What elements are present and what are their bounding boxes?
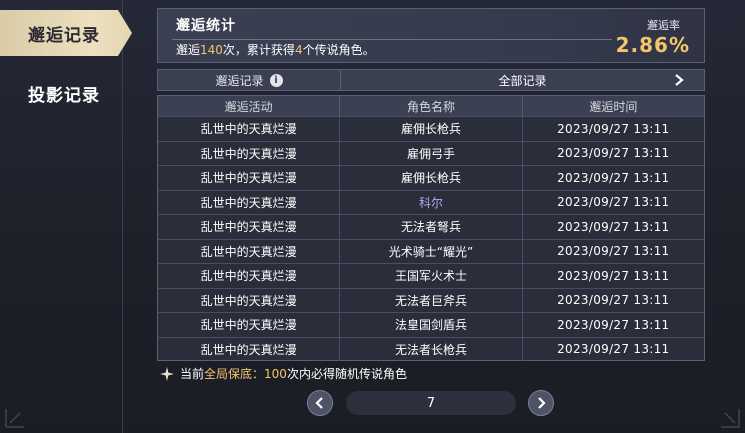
sparkle-icon <box>160 366 174 381</box>
row-event: 乱世中的天真烂漫 <box>158 166 341 190</box>
chevron-left-icon <box>315 397 323 409</box>
row-event: 乱世中的天真烂漫 <box>158 190 341 214</box>
row-event: 乱世中的天真烂漫 <box>158 141 341 165</box>
row-time: 2023/09/27 13:11 <box>557 317 670 332</box>
encounter-count: 140 <box>200 43 223 57</box>
filter-label: 邂逅记录 <box>215 73 264 88</box>
row-event: 乱世中的天真烂漫 <box>158 337 341 361</box>
table-row: 乱世中的天真烂漫 王国军火术士 2023/09/27 13:11 <box>158 263 704 288</box>
row-time: 2023/09/27 13:11 <box>557 293 670 308</box>
table-row: 乱世中的天真烂漫 无法者弩兵 2023/09/27 13:11 <box>158 214 704 239</box>
stats-description: 邂逅140次，累计获得4个传说角色。 <box>176 41 375 58</box>
pity-guarantee: 当前全局保底：100次内必得随机传说角色 <box>160 365 407 382</box>
row-time: 2023/09/27 13:11 <box>557 195 670 210</box>
header-character: 角色名称 <box>340 96 523 116</box>
row-event: 乱世中的天真烂漫 <box>158 239 341 263</box>
guarantee-suffix: 次内必得随机传说角色 <box>286 367 407 381</box>
row-event: 乱世中的天真烂漫 <box>158 313 341 337</box>
encounter-stats-panel: 邂逅统计 邂逅140次，累计获得4个传说角色。 邂逅率 2.86% <box>157 8 705 63</box>
header-event: 邂逅活动 <box>158 96 341 116</box>
row-character: 科尔 <box>340 190 523 214</box>
row-character: 无法者巨斧兵 <box>340 288 523 312</box>
header-time: 邂逅时间 <box>589 99 638 114</box>
info-icon[interactable]: i <box>269 73 283 87</box>
row-character: 雇佣弓手 <box>340 141 523 165</box>
row-time: 2023/09/27 13:11 <box>557 146 670 161</box>
table-header: 邂逅活动 角色名称 邂逅时间 <box>158 96 704 116</box>
rate-label: 邂逅率 <box>647 19 680 32</box>
row-event: 乱世中的天真烂漫 <box>158 264 341 288</box>
row-character: 法皇国剑盾兵 <box>340 313 523 337</box>
row-time: 2023/09/27 13:11 <box>557 170 670 185</box>
stats-title: 邂逅统计 <box>176 18 236 34</box>
tab-label: 邂逅记录 <box>28 25 100 46</box>
rate-value: 2.86% <box>615 33 690 57</box>
desc-prefix: 邂逅 <box>176 43 201 57</box>
row-character: 雇佣长枪兵 <box>340 117 523 141</box>
stats-divider <box>172 39 612 40</box>
row-time: 2023/09/27 13:11 <box>557 342 670 357</box>
corner-ornament-icon <box>5 409 24 428</box>
table-row: 乱世中的天真烂漫 雇佣弓手 2023/09/27 13:11 <box>158 140 704 165</box>
row-time: 2023/09/27 13:11 <box>557 268 670 283</box>
table-row: 乱世中的天真烂漫 雇佣长枪兵 2023/09/27 13:11 <box>158 165 704 190</box>
table-row: 乱世中的天真烂漫 雇佣长枪兵 2023/09/27 13:11 <box>158 116 704 141</box>
guarantee-highlight: 全局保底： <box>204 367 265 381</box>
guarantee-count: 100 <box>264 367 287 381</box>
guarantee-prefix: 当前 <box>180 367 205 381</box>
corner-ornament-icon <box>721 409 740 428</box>
row-time: 2023/09/27 13:11 <box>557 244 670 259</box>
table-row: 乱世中的天真烂漫 法皇国剑盾兵 2023/09/27 13:11 <box>158 312 704 337</box>
row-event: 乱世中的天真烂漫 <box>158 215 341 239</box>
row-time: 2023/09/27 13:11 <box>557 121 670 136</box>
divider <box>122 0 123 433</box>
row-character: 无法者长枪兵 <box>340 337 523 361</box>
chevron-right-icon <box>675 74 684 86</box>
row-character: 王国军火术士 <box>340 264 523 288</box>
prev-page-button[interactable] <box>307 390 333 416</box>
row-character: 光术骑士“耀光” <box>340 239 523 263</box>
filter-selected: 全部记录 <box>498 73 547 88</box>
row-character: 雇佣长枪兵 <box>340 166 523 190</box>
table-body: 乱世中的天真烂漫 雇佣长枪兵 2023/09/27 13:11 乱世中的天真烂漫 雇佣弓… <box>158 116 704 361</box>
table-row: 乱世中的天真烂漫 无法者巨斧兵 2023/09/27 13:11 <box>158 287 704 312</box>
tab-label: 投影记录 <box>28 85 100 106</box>
legend-count: 4 <box>294 43 303 57</box>
next-page-button[interactable] <box>528 390 554 416</box>
row-character: 无法者弩兵 <box>340 215 523 239</box>
desc-suffix: 个传说角色。 <box>302 43 375 57</box>
table-row: 乱世中的天真烂漫 科尔 2023/09/27 13:11 <box>158 189 704 214</box>
table-row: 乱世中的天真烂漫 无法者长枪兵 2023/09/27 13:11 <box>158 336 704 361</box>
records-table: 邂逅活动 角色名称 邂逅时间 乱世中的天真烂漫 雇佣长枪兵 2023/09/27 1… <box>157 95 705 361</box>
row-event: 乱世中的天真烂漫 <box>158 288 341 312</box>
chevron-right-icon <box>538 397 546 409</box>
page-number[interactable]: 7 <box>346 391 516 415</box>
record-filter-bar: 邂逅记录 i 全部记录 <box>157 69 705 91</box>
row-time: 2023/09/27 13:11 <box>557 219 670 234</box>
row-event: 乱世中的天真烂漫 <box>158 117 341 141</box>
desc-mid: 次，累计获得 <box>222 43 295 57</box>
tab-encounter-records[interactable]: 邂逅记录 <box>0 10 132 56</box>
tab-projection-records[interactable]: 投影记录 <box>0 70 132 116</box>
filter-label-cell: 邂逅记录 i <box>158 70 341 90</box>
filter-dropdown[interactable]: 全部记录 <box>341 70 704 90</box>
table-row: 乱世中的天真烂漫 光术骑士“耀光” 2023/09/27 13:11 <box>158 238 704 263</box>
